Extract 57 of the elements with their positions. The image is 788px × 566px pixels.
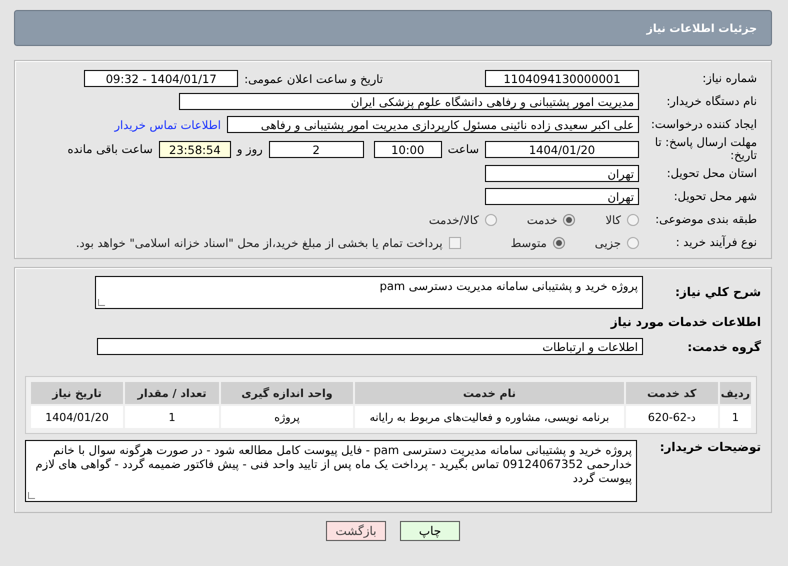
requester-field: علی اکبر سعیدی زاده نائینی مسئول کارپردازی مدیریت امور پشتیبانی و رفاهی bbox=[227, 116, 639, 133]
table-cell: 1404/01/20 bbox=[31, 406, 123, 428]
option-label: متوسط bbox=[510, 236, 547, 250]
deadline-date-field: 1404/01/20 bbox=[485, 140, 639, 158]
field-label: توضیحات خریدار: bbox=[658, 440, 761, 454]
column-header: تاریخ نیاز bbox=[31, 382, 123, 404]
field-label: شماره نیاز: bbox=[701, 72, 758, 85]
service-group-field: اطلاعات و ارتباطات bbox=[97, 338, 643, 355]
field-label: شرح کلي نیاز: bbox=[674, 284, 761, 298]
field-label: نام دستگاه خریدار: bbox=[665, 95, 758, 108]
field-label: شهر محل تحویل: bbox=[672, 190, 758, 203]
option-label: خدمت bbox=[526, 212, 558, 226]
table-cell: د-62-620 bbox=[626, 406, 718, 428]
buyer-contact-link[interactable]: اطلاعات تماس خریدار bbox=[114, 118, 227, 132]
time-label: ساعت bbox=[446, 142, 480, 156]
remaining-time-field: 23:58:54 bbox=[158, 140, 231, 158]
field-label: مهلت ارسال پاسخ: تا تاریخ: bbox=[654, 136, 758, 162]
description-textarea[interactable]: پروژه خرید و پشتیبانی سامانه مدیریت دسترسی pam bbox=[95, 276, 643, 309]
column-header: ردیف bbox=[720, 382, 751, 404]
checkbox-label: پرداخت تمام یا بخشی از مبلغ خرید،از محل "اسناد خزانه اسلامی" خواهد بود. bbox=[76, 236, 443, 250]
category-radio[interactable] bbox=[627, 214, 639, 226]
column-header: کد خدمت bbox=[626, 382, 718, 404]
field-label: طبقه بندی موضوعی: bbox=[654, 213, 758, 226]
deadline-time-field: 10:00 bbox=[374, 140, 442, 158]
process-radio[interactable] bbox=[627, 236, 639, 248]
field-label: تاریخ و ساعت اعلان عمومی: bbox=[243, 72, 384, 86]
table-cell: پروژه bbox=[221, 406, 353, 428]
treasury-checkbox[interactable] bbox=[448, 236, 461, 248]
action-button[interactable]: چاپ bbox=[400, 521, 460, 541]
option-label: جزیی bbox=[594, 236, 621, 250]
column-header: واحد اندازه گیری bbox=[221, 382, 353, 404]
province-field: تهران bbox=[485, 165, 639, 182]
remaining-label: ساعت باقی مانده bbox=[66, 142, 154, 156]
table-cell: 1 bbox=[720, 406, 751, 428]
need-number-field: 1104094130000001 bbox=[485, 70, 639, 87]
table-cell: 1 bbox=[125, 406, 219, 428]
field-label: نوع فرآیند خرید : bbox=[674, 236, 758, 249]
field-label: گروه خدمت: bbox=[686, 340, 761, 354]
buyer-notes-textarea[interactable]: پروژه خرید و پشتیبانی سامانه مدیریت دسترسی pam - فایل پیوست کامل مطالعه شود - در صورت هرگونه سوال با خانم خدارحمی 09124067352 تماس بگیرید - پرداخت یک ماه پس از تایید واحد فنی - پیش فاکتور ضمیمه گردد - گواهی های لازم پیوست گردد bbox=[25, 440, 637, 502]
option-label: کالا/خدمت bbox=[428, 212, 479, 226]
column-header: تعداد / مقدار bbox=[125, 382, 219, 404]
process-radio[interactable] bbox=[552, 236, 565, 248]
table-cell: برنامه نویسی، مشاوره و فعالیت‌های مربوط به رایانه bbox=[355, 406, 624, 428]
page-title: جزئیات اطلاعات نیاز bbox=[646, 22, 757, 34]
action-button[interactable]: بازگشت bbox=[326, 521, 386, 541]
days-label: روز و bbox=[235, 142, 264, 156]
section-heading: اطلاعات خدمات مورد نیاز bbox=[610, 314, 761, 331]
announce-date-field: 1404/01/17 - 09:32 bbox=[84, 70, 238, 87]
column-header: نام خدمت bbox=[355, 382, 624, 404]
category-radio[interactable] bbox=[484, 214, 497, 226]
buyer-org-field: مدیریت امور پشتیبانی و رفاهی دانشگاه علوم پزشکی ایران bbox=[179, 93, 639, 110]
city-field: تهران bbox=[485, 188, 639, 205]
option-label: کالا bbox=[605, 212, 621, 226]
category-radio[interactable] bbox=[563, 214, 576, 226]
field-label: ایجاد کننده درخواست: bbox=[650, 118, 758, 131]
days-field: 2 bbox=[268, 140, 364, 158]
field-label: استان محل تحویل: bbox=[666, 167, 758, 180]
